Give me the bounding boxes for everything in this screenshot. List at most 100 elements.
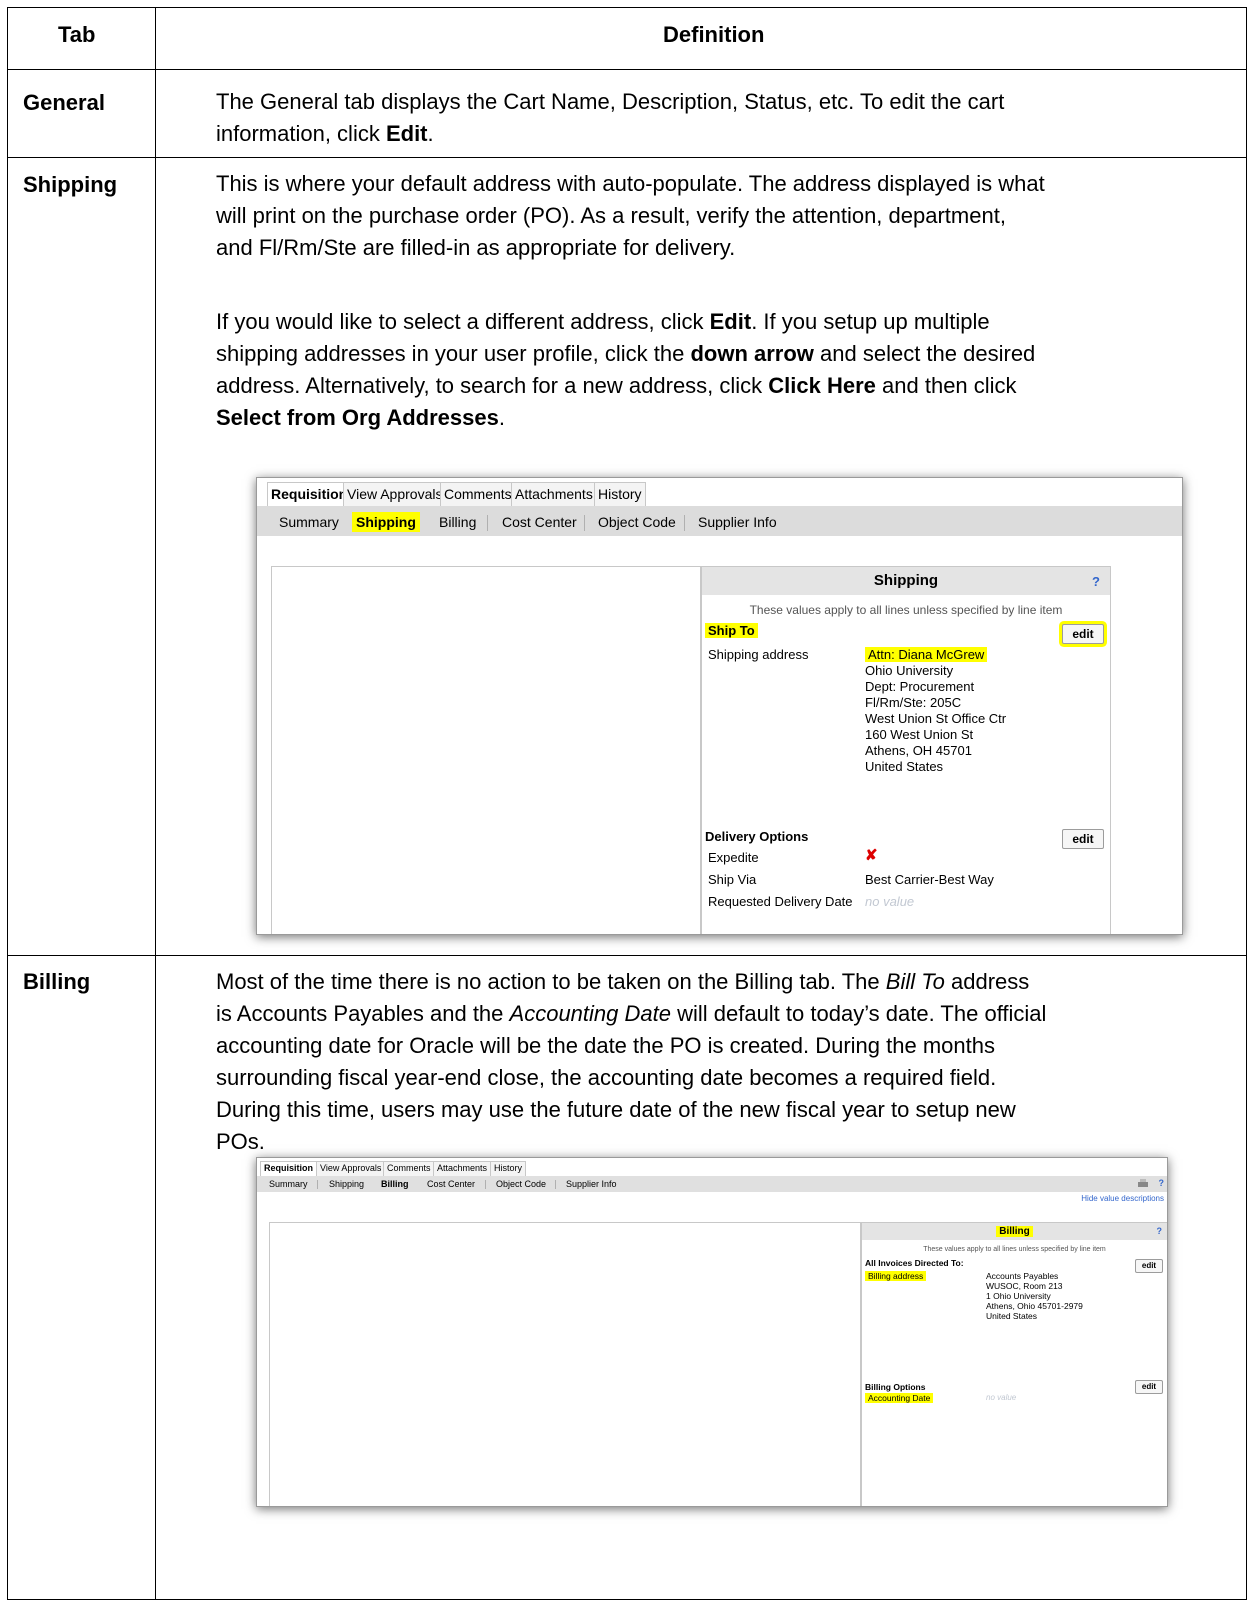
row-divider xyxy=(8,955,1246,956)
tab-attachments[interactable]: Attachments xyxy=(433,1161,492,1176)
column-divider xyxy=(155,8,156,1599)
subtab-cost-center[interactable]: Cost Center xyxy=(502,512,577,532)
close-icon: ✘ xyxy=(865,847,878,864)
address-line: Athens, OH 45701 xyxy=(865,743,972,758)
text-bold: Edit xyxy=(709,309,752,334)
sub-tab-bar: Summary Shipping Billing Cost Center Obj… xyxy=(257,506,1182,536)
address-line: 1 Ohio University xyxy=(986,1291,1051,1301)
subtab-summary[interactable]: Summary xyxy=(269,1179,308,1190)
text-run: shipping addresses in your user profile,… xyxy=(216,341,691,366)
requested-delivery-date-label: Requested Delivery Date xyxy=(708,894,853,909)
text-line: accounting date for Oracle will be the d… xyxy=(216,1033,995,1058)
help-icon[interactable]: ? xyxy=(1157,1226,1163,1236)
tab-history[interactable]: History xyxy=(594,482,646,506)
text-line: is Accounts Payables and the Accounting … xyxy=(216,998,1196,1030)
delivery-edit-button[interactable]: edit xyxy=(1062,829,1104,849)
text-line: Select from Org Addresses. xyxy=(216,402,1196,434)
hide-descriptions-link[interactable]: Hide value descriptions xyxy=(1081,1194,1164,1203)
accounting-date-value: no value xyxy=(986,1393,1017,1402)
tab-history[interactable]: History xyxy=(490,1161,527,1176)
text-line: If you would like to select a different … xyxy=(216,306,1196,338)
text-line: POs. xyxy=(216,1129,265,1154)
panel-note: These values apply to all lines unless s… xyxy=(923,1246,1106,1253)
subtab-billing[interactable]: Billing xyxy=(381,1179,409,1190)
accounting-date-label: Accounting Date xyxy=(865,1393,934,1403)
text-run: If you would like to select a different … xyxy=(216,309,710,334)
subtab-summary[interactable]: Summary xyxy=(279,512,339,532)
address-line: Accounts Payables xyxy=(986,1271,1059,1281)
general-definition: The General tab displays the Cart Name, … xyxy=(216,86,1196,150)
billing-options-edit-button[interactable]: edit xyxy=(1135,1380,1163,1394)
subtab-supplier-info[interactable]: Supplier Info xyxy=(698,512,777,532)
invoices-heading: All Invoices Directed To: xyxy=(865,1258,964,1268)
expedite-label: Expedite xyxy=(708,850,759,865)
billing-definition: Most of the time there is no action to b… xyxy=(216,966,1196,1158)
billing-options-heading: Billing Options xyxy=(865,1382,926,1392)
text-run: . xyxy=(427,121,434,146)
ship-via-label: Ship Via xyxy=(708,872,757,887)
text-run: address. Alternatively, to search for a … xyxy=(216,373,769,398)
address-line: WUSOC, Room 213 xyxy=(986,1281,1063,1291)
row-label-billing: Billing xyxy=(23,969,91,994)
subtab-supplier-info[interactable]: Supplier Info xyxy=(566,1179,617,1190)
shipping-definition-p2: If you would like to select a different … xyxy=(216,306,1196,434)
tab-requisition[interactable]: Requisition xyxy=(260,1161,317,1176)
subtab-object-code[interactable]: Object Code xyxy=(496,1179,546,1190)
tab-separator xyxy=(485,1180,486,1189)
text-line: shipping addresses in your user profile,… xyxy=(216,338,1196,370)
edit-button[interactable]: edit xyxy=(1062,624,1104,644)
address-line: Athens, Ohio 45701-2979 xyxy=(986,1301,1083,1311)
billing-address: Accounts Payables WUSOC, Room 213 1 Ohio… xyxy=(986,1271,1083,1321)
delivery-options-heading: Delivery Options xyxy=(705,829,809,844)
ship-to-label: Ship To xyxy=(705,623,758,638)
subtab-cost-center[interactable]: Cost Center xyxy=(427,1179,475,1190)
tab-separator xyxy=(487,515,488,531)
tab-separator xyxy=(555,1180,556,1189)
ship-to-heading: Ship To xyxy=(705,623,758,638)
text-line: address. Alternatively, to search for a … xyxy=(216,370,1196,402)
subtab-object-code[interactable]: Object Code xyxy=(598,512,676,532)
tab-separator xyxy=(584,515,585,531)
accounting-date-label-text: Accounting Date xyxy=(865,1393,934,1403)
address-line: Fl/Rm/Ste: 205C xyxy=(865,695,962,710)
text-run: . If you setup up multiple xyxy=(751,309,990,334)
text-bold: Edit xyxy=(385,121,428,146)
text-bold: Click Here xyxy=(768,373,876,398)
help-icon[interactable]: ? xyxy=(1092,574,1100,589)
top-tab-bar: Requisition View Approvals Comments Atta… xyxy=(257,1158,1167,1177)
billing-address-label-text: Billing address xyxy=(865,1271,927,1281)
text-line: This is where your default address with … xyxy=(216,171,1045,196)
panel-note: These values apply to all lines unless s… xyxy=(749,603,1063,617)
address-line: Attn: Diana McGrew xyxy=(865,647,1006,663)
tab-requisition[interactable]: Requisition xyxy=(267,482,352,506)
tab-comments[interactable]: Comments xyxy=(383,1161,435,1176)
tab-view-approvals[interactable]: View Approvals xyxy=(343,482,447,506)
tab-attachments[interactable]: Attachments xyxy=(511,482,597,506)
print-icon[interactable] xyxy=(1137,1179,1149,1189)
row-divider xyxy=(8,157,1246,158)
subtab-billing[interactable]: Billing xyxy=(439,512,476,532)
text-line: and Fl/Rm/Ste are filled-in as appropria… xyxy=(216,235,736,260)
help-icon[interactable]: ? xyxy=(1159,1178,1165,1188)
subtab-shipping[interactable]: Shipping xyxy=(329,1179,364,1190)
tab-view-approvals[interactable]: View Approvals xyxy=(316,1161,386,1176)
text-run: . xyxy=(498,405,505,430)
top-tab-bar: Requisition View Approvals Comments Atta… xyxy=(257,478,1182,507)
text-run: address xyxy=(944,969,1030,994)
sub-tab-bar: Summary Shipping Billing Cost Center Obj… xyxy=(257,1176,1167,1192)
edit-button[interactable]: edit xyxy=(1135,1259,1163,1273)
panel-title: Shipping xyxy=(702,567,1110,595)
shipping-definition-p1: This is where your default address with … xyxy=(216,168,1196,264)
tab-comments[interactable]: Comments xyxy=(440,482,516,506)
text-line: Most of the time there is no action to b… xyxy=(216,966,1196,998)
text-italic: Bill To xyxy=(885,969,945,994)
address-line: Ohio University xyxy=(865,663,954,678)
left-pane xyxy=(269,1222,861,1506)
tab-separator xyxy=(317,1180,318,1189)
row-label-general: General xyxy=(23,90,105,115)
left-pane xyxy=(271,566,701,934)
subtab-shipping[interactable]: Shipping xyxy=(352,512,420,532)
text-line: During this time, users may use the futu… xyxy=(216,1097,1016,1122)
tab-separator xyxy=(684,515,685,531)
text-line: information, click Edit. xyxy=(216,118,1196,150)
